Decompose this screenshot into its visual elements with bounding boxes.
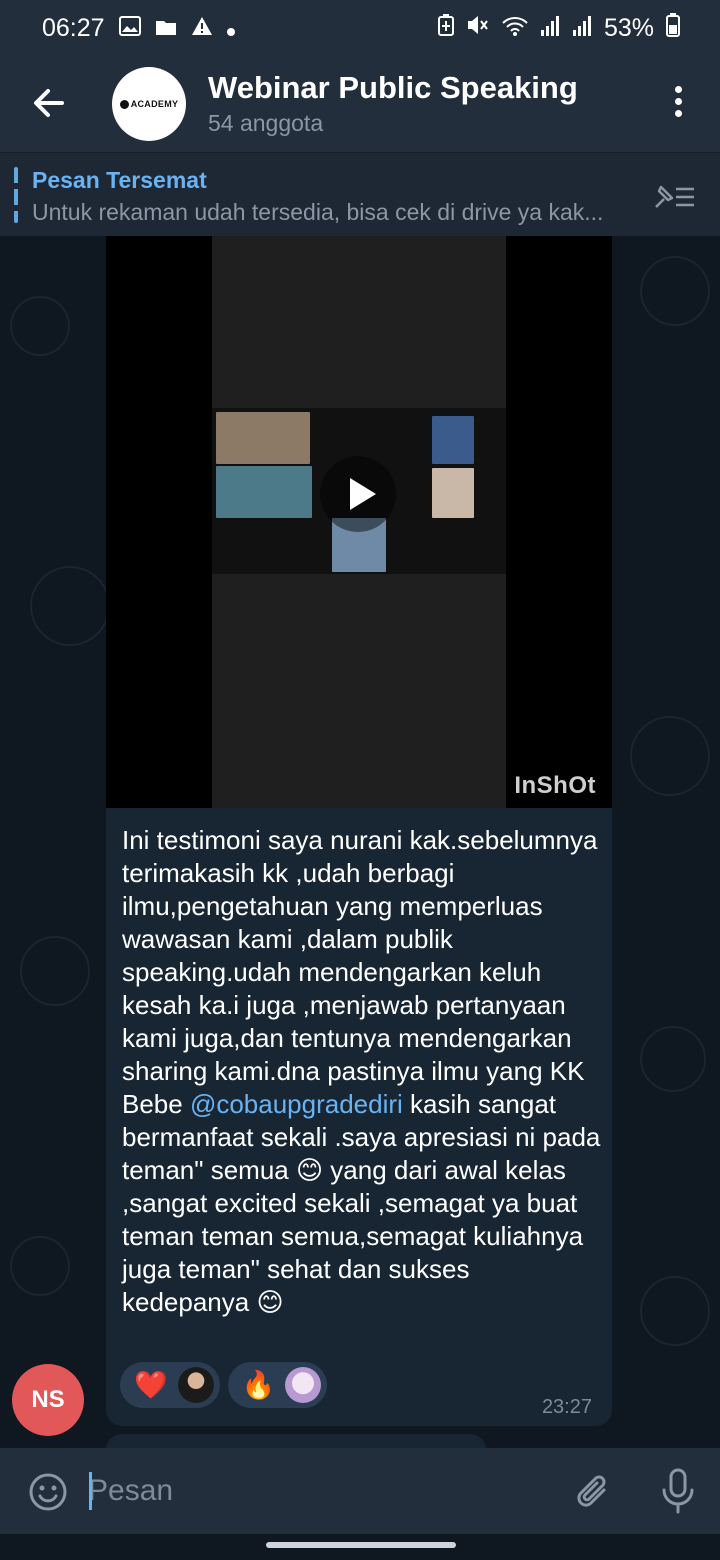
- more-menu-button[interactable]: [666, 86, 690, 122]
- pinned-text: Untuk rekaman udah tersedia, bisa cek di…: [32, 199, 604, 225]
- fire-icon: 🔥: [241, 1370, 276, 1400]
- battery-percent: 53%: [603, 13, 654, 42]
- emoji-button[interactable]: [28, 1472, 68, 1512]
- reactor-avatar: [177, 1367, 214, 1403]
- message-input[interactable]: [88, 1466, 548, 1516]
- mute-icon: [466, 14, 490, 43]
- background-doodle: [640, 256, 710, 326]
- video-frame-bottom: [212, 574, 506, 808]
- chat-title[interactable]: Webinar Public Speaking: [208, 70, 578, 106]
- back-button[interactable]: [28, 82, 70, 124]
- member-count: 54 anggota: [208, 110, 324, 136]
- signal-icon: [540, 14, 560, 43]
- pinned-message-bar[interactable]: Pesan Tersemat Untuk rekaman udah tersed…: [0, 152, 720, 236]
- background-doodle: [10, 1236, 70, 1296]
- alert-icon: [191, 14, 213, 43]
- folder-icon: [155, 14, 177, 43]
- message-text-part: kasih sangat bermanfaat sekali .saya apr…: [122, 1089, 608, 1317]
- chat-header: ACADEMY Webinar Public Speaking 54 anggo…: [0, 56, 720, 152]
- gallery-icon: [118, 14, 141, 43]
- arrow-left-icon: [34, 89, 64, 117]
- battery-saver-icon: [437, 13, 454, 43]
- pinned-title: Pesan Tersemat: [32, 167, 207, 193]
- wifi-icon: [502, 14, 528, 43]
- sender-avatar[interactable]: NS: [12, 1364, 84, 1436]
- message-text-part: Ini testimoni saya nurani kak.sebelumnya…: [122, 825, 605, 1119]
- message-text: Ini testimoni saya nurani kak.sebelumnya…: [122, 824, 602, 1319]
- microphone-icon: [662, 1468, 694, 1514]
- signal-icon: [572, 14, 592, 43]
- text-cursor: [89, 1472, 92, 1510]
- system-nav-bar: [0, 1534, 720, 1560]
- pin-list-icon: [655, 185, 694, 208]
- background-doodle: [30, 566, 110, 646]
- paperclip-icon: [577, 1475, 606, 1507]
- background-doodle: [640, 1276, 710, 1346]
- logo-mark-icon: [119, 99, 129, 109]
- dot-icon: [226, 14, 235, 43]
- background-doodle: [20, 936, 90, 1006]
- message-composer: [0, 1448, 720, 1534]
- reactor-avatar: [285, 1367, 322, 1403]
- avatar-text: ACADEMY: [130, 99, 179, 109]
- status-bar: 06:27 53%: [0, 0, 720, 56]
- video-attachment[interactable]: InShOt: [106, 236, 612, 808]
- background-doodle: [10, 296, 70, 356]
- attach-button[interactable]: [574, 1470, 614, 1514]
- group-avatar[interactable]: ACADEMY: [112, 67, 186, 141]
- video-participant-tile: [432, 416, 474, 464]
- next-message-bubble[interactable]: [106, 1434, 486, 1448]
- more-dots-icon: [674, 86, 682, 93]
- reaction-fire[interactable]: 🔥: [227, 1362, 328, 1408]
- video-frame-top: [212, 236, 506, 408]
- play-button[interactable]: [320, 456, 396, 532]
- message-bubble[interactable]: InShOt Ini testimoni saya nurani kak.seb…: [106, 236, 612, 1426]
- pinned-indicator: [14, 167, 18, 223]
- home-indicator[interactable]: [266, 1542, 456, 1548]
- heart-icon: ❤️: [134, 1370, 168, 1400]
- video-participant-tile: [216, 466, 312, 518]
- video-watermark: InShOt: [514, 772, 596, 799]
- voice-message-button[interactable]: [660, 1468, 696, 1514]
- status-time: 06:27: [42, 13, 105, 42]
- chat-area[interactable]: InShOt Ini testimoni saya nurani kak.seb…: [0, 236, 720, 1448]
- background-doodle: [640, 1026, 706, 1092]
- message-time: 23:27: [541, 1396, 592, 1418]
- pinned-list-button[interactable]: [652, 181, 698, 211]
- reaction-heart[interactable]: ❤️: [120, 1362, 220, 1408]
- smiley-icon: [29, 1473, 67, 1511]
- reactions-row: ❤️ 🔥: [120, 1362, 328, 1408]
- background-doodle: [630, 716, 710, 796]
- video-participant-tile: [432, 468, 474, 518]
- video-participant-tile: [216, 412, 310, 464]
- battery-icon: [666, 12, 680, 44]
- mention-link[interactable]: @cobaupgradediri: [190, 1089, 403, 1119]
